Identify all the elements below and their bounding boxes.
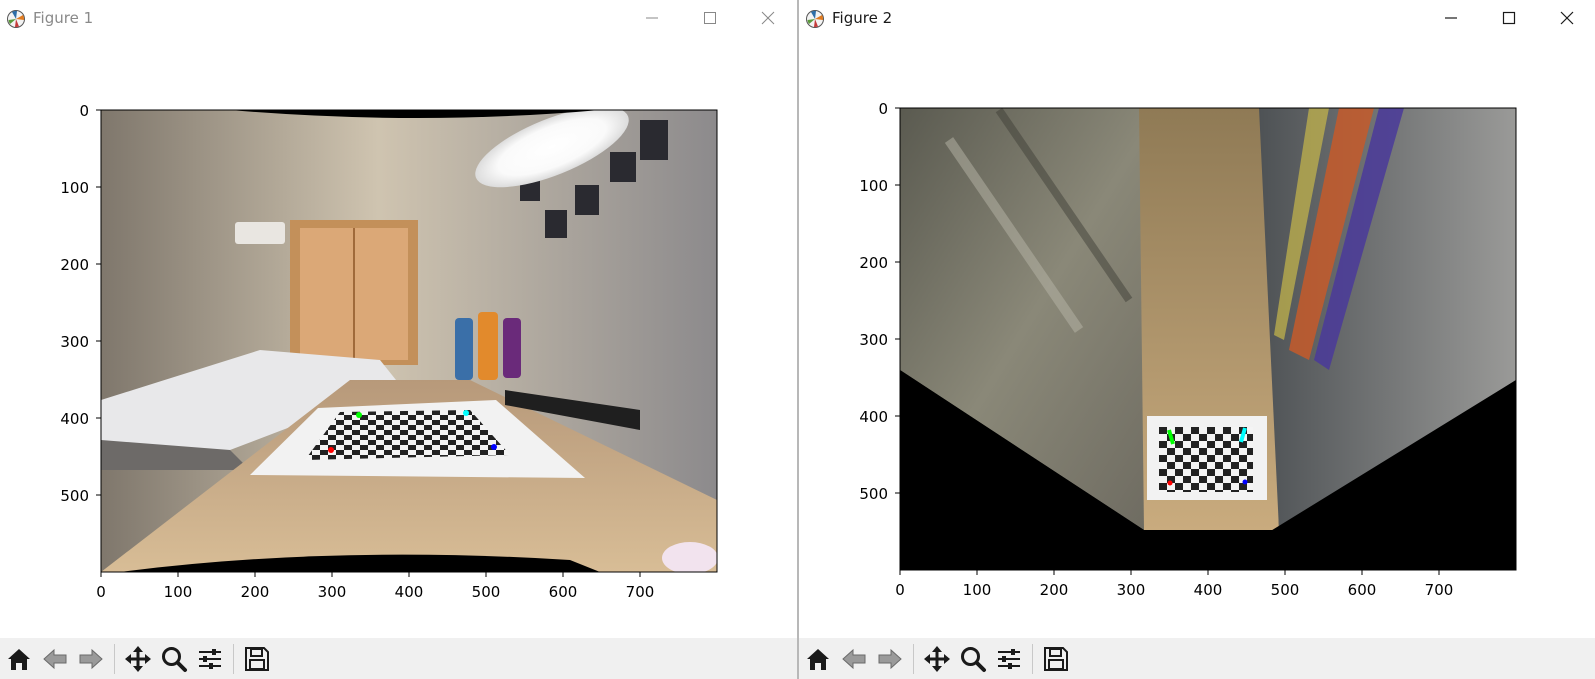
x-tick-label: 100: [963, 581, 992, 599]
y-tick-label: 0: [878, 100, 888, 118]
y-tick-label: 300: [60, 333, 89, 351]
maximize-button[interactable]: [1486, 2, 1532, 34]
toolbar-separator: [1032, 644, 1033, 674]
toolbar-separator: [913, 644, 914, 674]
figure-2-plot[interactable]: 0 100 200 300 400 500 0 100 200 300 400 …: [799, 36, 1595, 638]
pan-button[interactable]: [920, 642, 954, 676]
minimize-button[interactable]: [1428, 2, 1474, 34]
forward-arrow-icon: [878, 648, 902, 670]
x-tick-label: 400: [1194, 581, 1223, 599]
x-tick-label: 500: [472, 583, 501, 601]
close-button[interactable]: [745, 2, 791, 34]
pan-move-icon: [125, 646, 151, 672]
x-axis: 0 100 200 300 400 500 600 700: [895, 570, 1453, 599]
y-tick-label: 400: [859, 408, 888, 426]
save-button[interactable]: [1039, 642, 1073, 676]
maximize-icon: [1502, 11, 1516, 25]
toolbar-separator: [233, 644, 234, 674]
figure-1-plot[interactable]: 0 100 200 300 400 500 0 100 200 300 400 …: [0, 36, 797, 638]
matplotlib-app-icon: [6, 9, 26, 29]
maximize-button[interactable]: [687, 2, 733, 34]
y-tick-label: 100: [859, 177, 888, 195]
x-tick-label: 0: [895, 581, 905, 599]
y-axis: 0 100 200 300 400 500: [859, 100, 900, 503]
x-tick-label: 300: [318, 583, 347, 601]
x-tick-label: 600: [549, 583, 578, 601]
forward-button[interactable]: [74, 642, 108, 676]
pan-button[interactable]: [121, 642, 155, 676]
close-button[interactable]: [1544, 2, 1590, 34]
window-title: Figure 2: [832, 9, 893, 27]
photo-image: [101, 110, 717, 572]
minimize-button[interactable]: [629, 2, 675, 34]
maximize-icon: [704, 12, 716, 24]
figure-2-toolbar: [799, 638, 1595, 679]
x-tick-label: 400: [395, 583, 424, 601]
configure-subplots-icon: [199, 649, 221, 669]
zoom-button[interactable]: [956, 642, 990, 676]
back-button[interactable]: [837, 642, 871, 676]
x-axis: 0 100 200 300 400 500 600 700: [96, 572, 654, 601]
x-tick-label: 0: [96, 583, 106, 601]
x-tick-label: 200: [241, 583, 270, 601]
back-arrow-icon: [842, 648, 866, 670]
zoom-magnifier-icon: [162, 647, 187, 672]
figure-1-titlebar[interactable]: Figure 1: [0, 0, 797, 36]
figure-1-window: Figure 1 0 100 200 300 400 500 0 100 200…: [0, 0, 797, 679]
y-tick-label: 100: [60, 179, 89, 197]
x-tick-label: 300: [1117, 581, 1146, 599]
figure-1-toolbar: [0, 638, 797, 679]
toolbar-separator: [114, 644, 115, 674]
x-tick-label: 100: [164, 583, 193, 601]
back-button[interactable]: [38, 642, 72, 676]
save-floppy-icon: [245, 647, 269, 671]
forward-arrow-icon: [79, 648, 103, 670]
y-axis: 0 100 200 300 400 500: [60, 102, 101, 505]
x-tick-label: 700: [626, 583, 655, 601]
back-arrow-icon: [43, 648, 67, 670]
home-button[interactable]: [2, 642, 36, 676]
configure-subplots-icon: [998, 649, 1020, 669]
zoom-magnifier-icon: [961, 647, 986, 672]
figure-2-window: Figure 2 0 100 200 300 400 500 0 100 200…: [799, 0, 1595, 679]
close-icon: [1560, 11, 1574, 25]
minimize-icon: [646, 17, 658, 19]
matplotlib-app-icon: [805, 9, 825, 29]
pan-move-icon: [924, 646, 950, 672]
configure-subplots-button[interactable]: [992, 642, 1026, 676]
y-tick-label: 200: [859, 254, 888, 272]
home-button[interactable]: [801, 642, 835, 676]
forward-button[interactable]: [873, 642, 907, 676]
configure-subplots-button[interactable]: [193, 642, 227, 676]
x-tick-label: 200: [1040, 581, 1069, 599]
minimize-icon: [1445, 17, 1457, 19]
zoom-button[interactable]: [157, 642, 191, 676]
y-tick-label: 200: [60, 256, 89, 274]
home-icon: [8, 649, 30, 670]
home-icon: [807, 649, 829, 670]
y-tick-label: 400: [60, 410, 89, 428]
y-tick-label: 300: [859, 331, 888, 349]
window-title: Figure 1: [33, 9, 94, 27]
x-tick-label: 700: [1425, 581, 1454, 599]
y-tick-label: 500: [60, 487, 89, 505]
warped-photo-image: [900, 108, 1516, 570]
x-tick-label: 600: [1348, 581, 1377, 599]
close-icon: [761, 11, 775, 25]
y-tick-label: 0: [79, 102, 89, 120]
save-floppy-icon: [1044, 647, 1068, 671]
save-button[interactable]: [240, 642, 274, 676]
y-tick-label: 500: [859, 485, 888, 503]
x-tick-label: 500: [1271, 581, 1300, 599]
figure-2-titlebar[interactable]: Figure 2: [799, 0, 1595, 36]
